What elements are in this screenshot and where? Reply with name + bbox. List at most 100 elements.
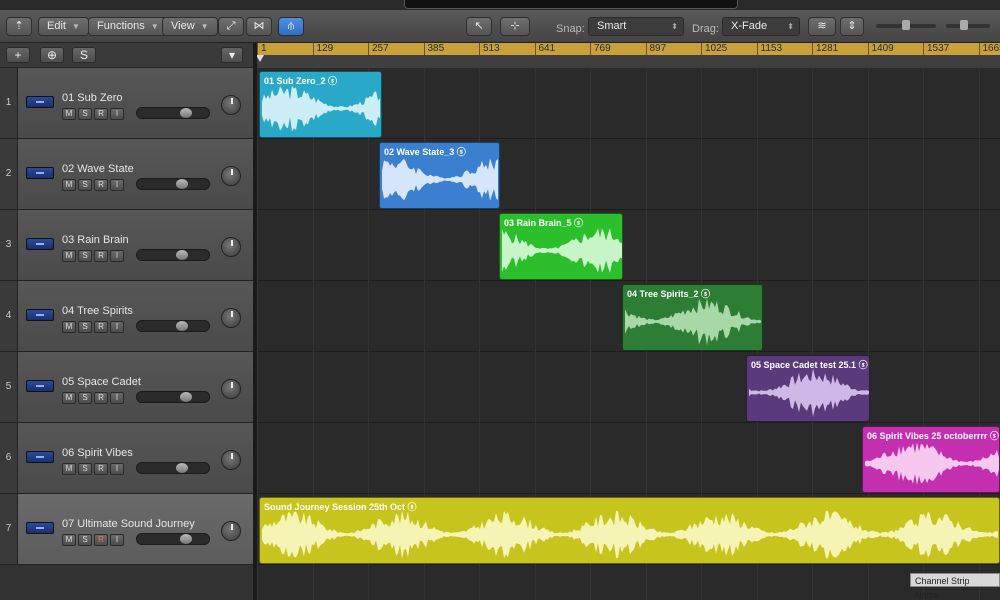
fader-knob[interactable] [176,463,188,473]
mute-button[interactable]: M [62,179,76,191]
track-header-body[interactable]: 06 Spirit Vibes M S R I [18,423,253,493]
up-arrow-icon[interactable]: ⇡ [6,17,32,36]
track-header-body[interactable]: 01 Sub Zero M S R I [18,68,253,138]
flex-icon[interactable]: ⫛ [278,17,304,36]
track-name[interactable]: 06 Spirit Vibes [62,447,133,459]
pan-knob[interactable] [221,237,241,257]
mute-button[interactable]: M [62,108,76,120]
vertical-zoom-knob[interactable] [902,20,910,30]
track-header[interactable]: 4 04 Tree Spirits M S R I [0,281,253,352]
track-header[interactable]: 5 05 Space Cadet M S R I [0,352,253,423]
track-name[interactable]: 05 Space Cadet [62,376,141,388]
fader-knob[interactable] [176,179,188,189]
pointer-tool-icon[interactable]: ↖ [466,17,492,36]
audio-region[interactable]: 04 Tree Spirits_2 ⓢ [622,284,763,351]
solo-button[interactable]: S [78,392,92,404]
record-enable-button[interactable]: R [94,250,108,262]
mute-button[interactable]: M [62,534,76,546]
pan-knob[interactable] [221,308,241,328]
volume-fader[interactable] [136,107,210,119]
vertical-zoom-icon[interactable]: ⇕ [840,17,864,36]
audio-region[interactable]: Sound Journey Session 25th Oct ⓢ [259,497,1000,564]
record-enable-button[interactable]: R [94,534,108,546]
record-enable-button[interactable]: R [94,321,108,333]
audio-region[interactable]: 02 Wave State_3 ⓢ [379,142,500,209]
track-header[interactable]: 1 01 Sub Zero M S R I [0,68,253,139]
volume-fader[interactable] [136,320,210,332]
fader-knob[interactable] [180,534,193,544]
track-name[interactable]: 01 Sub Zero [62,92,123,104]
track-header-body[interactable]: 07 Ultimate Sound Journey M S R I [18,494,253,564]
track-options-button[interactable]: ▾ [221,47,243,63]
track-header-body[interactable]: 05 Space Cadet M S R I [18,352,253,422]
volume-fader[interactable] [136,391,210,403]
track-lane[interactable] [253,139,1000,210]
record-enable-button[interactable]: R [94,179,108,191]
track-header[interactable]: 6 06 Spirit Vibes M S R I [0,423,253,494]
track-header[interactable]: 7 07 Ultimate Sound Journey M S R I [0,494,253,565]
playhead-icon[interactable] [256,55,264,62]
input-monitor-button[interactable]: I [110,108,124,120]
volume-fader[interactable] [136,462,210,474]
track-header[interactable]: 3 03 Rain Brain M S R I [0,210,253,281]
audio-region[interactable]: 06 Spirit Vibes 25 octoberrrr ⓢ [862,426,1000,493]
catch-icon[interactable]: ⤢ [218,17,244,36]
solo-button[interactable]: S [78,250,92,262]
track-lane[interactable] [253,210,1000,281]
track-header-body[interactable]: 03 Rain Brain M S R I [18,210,253,280]
new-folder-button[interactable]: ⊕ [40,47,64,63]
solo-button[interactable]: S [78,108,92,120]
horizontal-zoom-knob[interactable] [960,20,968,30]
ruler[interactable]: 1 129 257 385 513 641 769 897 1025 1153 1281 1409 15… [253,43,1000,68]
edit-menu[interactable]: Edit ▼ [38,17,89,36]
pan-knob[interactable] [221,95,241,115]
mute-button[interactable]: M [62,463,76,475]
track-lane[interactable] [253,352,1000,423]
crosshair-tool-icon[interactable]: ⊹ [500,17,530,36]
link-icon[interactable]: ⋈ [246,17,272,36]
arrange-divider[interactable] [253,43,257,600]
drag-select[interactable]: X-Fade ⬍ [722,17,800,36]
fader-knob[interactable] [176,321,188,331]
track-name[interactable]: 07 Ultimate Sound Journey [62,518,195,530]
horizontal-zoom-slider[interactable] [946,24,990,28]
view-menu[interactable]: View ▼ [162,17,218,36]
solo-button[interactable]: S [78,463,92,475]
mute-button[interactable]: M [62,392,76,404]
solo-button[interactable]: S [78,534,92,546]
record-enable-button[interactable]: R [94,463,108,475]
track-header[interactable]: 2 02 Wave State M S R I [0,139,253,210]
solo-button[interactable]: S [78,321,92,333]
audio-region[interactable]: 05 Space Cadet test 25.1 ⓢ [746,355,870,422]
functions-menu[interactable]: Functions ▼ [88,17,168,36]
track-header-body[interactable]: 04 Tree Spirits M S R I [18,281,253,351]
audio-region[interactable]: 01 Sub Zero_2 ⓢ [259,71,382,138]
pan-knob[interactable] [221,379,241,399]
snap-select[interactable]: Smart ⬍ [588,17,684,36]
add-track-button[interactable]: + [6,47,30,63]
volume-fader[interactable] [136,249,210,261]
input-monitor-button[interactable]: I [110,179,124,191]
volume-fader[interactable] [136,178,210,190]
record-enable-button[interactable]: R [94,392,108,404]
mute-button[interactable]: M [62,250,76,262]
input-monitor-button[interactable]: I [110,250,124,262]
audio-region[interactable]: 03 Rain Brain_5 ⓢ [499,213,623,280]
track-name[interactable]: 02 Wave State [62,163,134,175]
record-enable-button[interactable]: R [94,108,108,120]
pan-knob[interactable] [221,521,241,541]
waveform-zoom-icon[interactable]: ≋ [808,17,836,36]
pan-knob[interactable] [221,166,241,186]
input-monitor-button[interactable]: I [110,392,124,404]
track-name[interactable]: 03 Rain Brain [62,234,129,246]
track-name[interactable]: 04 Tree Spirits [62,305,133,317]
input-monitor-button[interactable]: I [110,534,124,546]
solo-button[interactable]: S [78,179,92,191]
mute-button[interactable]: M [62,321,76,333]
track-header-body[interactable]: 02 Wave State M S R I [18,139,253,209]
fader-knob[interactable] [180,108,193,118]
pan-knob[interactable] [221,450,241,470]
arrange-area[interactable]: 01 Sub Zero_2 ⓢ 02 Wave State_3 ⓢ 03 Rain … [253,68,1000,600]
lcd-display[interactable] [404,0,738,9]
fader-knob[interactable] [180,392,193,402]
